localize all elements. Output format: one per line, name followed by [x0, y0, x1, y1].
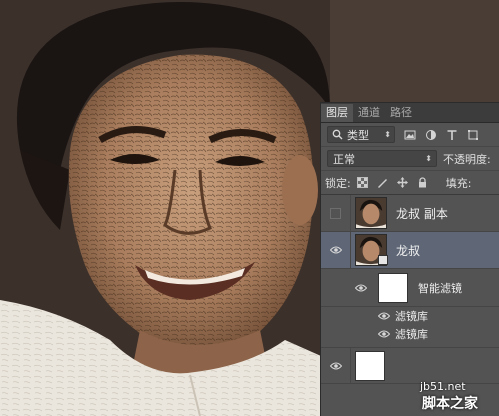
tab-paths[interactable]: 路径	[385, 104, 417, 122]
layer-row-main[interactable]: 龙叔	[321, 232, 499, 269]
blend-row: 正常 ⬍ 不透明度:	[321, 147, 499, 171]
eye-icon	[329, 246, 342, 254]
filter-kind-value: 类型	[347, 128, 369, 142]
layer-thumbnail	[355, 197, 387, 229]
eye-icon	[329, 362, 342, 369]
blend-mode-select[interactable]: 正常 ⬍	[327, 150, 437, 167]
filter-item-label: 滤镜库	[395, 328, 428, 341]
pixel-layer-filter-icon[interactable]	[404, 129, 416, 141]
smart-object-icon	[378, 255, 388, 265]
visibility-toggle[interactable]	[321, 195, 351, 231]
watermark-site: jb51.net	[420, 380, 466, 393]
watermark-brand: 脚本之家	[422, 396, 478, 412]
stepper-arrows-icon: ⬍	[384, 130, 391, 139]
layer-thumbnail	[355, 350, 385, 381]
visibility-toggle[interactable]	[321, 307, 393, 325]
visibility-toggle[interactable]	[321, 232, 351, 268]
smart-filters-label: 智能滤镜	[418, 281, 462, 295]
layer-filter-row: 类型 ⬍	[321, 123, 499, 147]
visibility-toggle[interactable]	[321, 269, 371, 306]
layer-row-copy[interactable]: 龙叔 副本	[321, 195, 499, 232]
lock-transparent-pixels-icon[interactable]	[356, 177, 368, 188]
visibility-toggle[interactable]	[321, 348, 351, 383]
eye-icon	[378, 312, 390, 320]
lock-all-icon[interactable]	[417, 177, 428, 188]
eye-icon	[355, 284, 367, 291]
shape-layer-filter-icon[interactable]	[467, 129, 479, 141]
tab-channels[interactable]: 通道	[353, 104, 385, 122]
tab-layers[interactable]: 图层	[321, 104, 353, 122]
filter-item[interactable]: 滤镜库	[321, 325, 499, 343]
lock-image-pixels-icon[interactable]	[377, 177, 388, 188]
fill-label: 填充:	[445, 176, 472, 190]
adjustment-layer-filter-icon[interactable]	[425, 129, 437, 141]
layer-row-background[interactable]	[321, 347, 499, 384]
stepper-arrows-icon: ⬍	[425, 154, 432, 163]
lock-label: 锁定:	[325, 176, 351, 190]
panel-tab-bar: 图层 通道 路径	[321, 103, 499, 123]
filter-item-label: 滤镜库	[395, 310, 428, 323]
filter-mask-thumbnail[interactable]	[378, 272, 408, 303]
lock-position-icon[interactable]	[396, 177, 408, 188]
filter-item[interactable]: 滤镜库	[321, 307, 499, 325]
lock-row: 锁定: 填充:	[321, 171, 499, 195]
type-layer-filter-icon[interactable]	[446, 129, 458, 141]
smart-filters-row[interactable]: 智能滤镜	[321, 269, 499, 307]
hidden-visibility-box	[330, 207, 341, 219]
eye-icon	[378, 330, 390, 338]
layer-name[interactable]: 龙叔	[396, 242, 420, 259]
blend-mode-value: 正常	[333, 152, 355, 166]
layer-name[interactable]: 龙叔 副本	[396, 205, 448, 222]
filter-kind-select[interactable]: 类型 ⬍	[327, 126, 395, 143]
visibility-toggle[interactable]	[321, 325, 393, 343]
search-icon	[332, 129, 343, 140]
layers-panel: 图层 通道 路径 类型 ⬍ 正常 ⬍ 不透明度: 锁定: 填充: 龙叔 副本 龙…	[320, 102, 499, 416]
opacity-label: 不透明度:	[443, 152, 491, 166]
